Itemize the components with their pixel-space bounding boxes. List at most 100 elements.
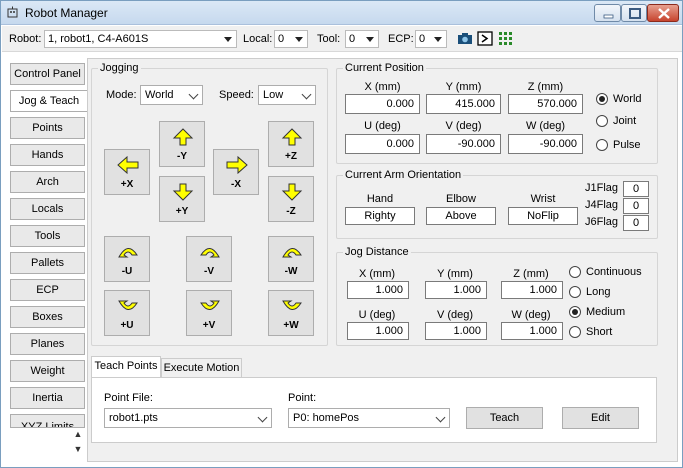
radio-short[interactable] <box>569 326 581 338</box>
pos-x-label: X (mm) <box>364 81 401 93</box>
jog-u-minus-label: -U <box>121 266 133 277</box>
tool-select[interactable]: 0 <box>345 30 379 48</box>
point-select[interactable]: P0: homePos <box>288 408 450 428</box>
dist-v-input[interactable]: 1.000 <box>425 322 487 340</box>
point-file-label: Point File: <box>104 392 153 404</box>
radio-pulse[interactable] <box>596 139 608 151</box>
pos-x-value: 0.000 <box>345 94 420 114</box>
nav-inertia[interactable]: Inertia <box>10 387 85 409</box>
nav-locals[interactable]: Locals <box>10 198 85 220</box>
dist-u-input[interactable]: 1.000 <box>347 322 409 340</box>
maximize-button[interactable] <box>621 4 647 22</box>
nav-hands[interactable]: Hands <box>10 144 85 166</box>
robot-select[interactable]: 1, robot1, C4-A601S <box>44 30 237 48</box>
nav-planes[interactable]: Planes <box>10 333 85 355</box>
title-bar: Robot Manager <box>1 1 682 25</box>
radio-continuous[interactable] <box>569 266 581 278</box>
local-select-value: 0 <box>278 33 285 45</box>
robot-select-value: 1, robot1, C4-A601S <box>48 33 149 45</box>
camera-icon[interactable] <box>457 31 473 46</box>
jog-v-minus-button[interactable]: -V <box>186 236 232 282</box>
jogging-title: Jogging <box>98 62 141 74</box>
nav-arch[interactable]: Arch <box>10 171 85 193</box>
jog-v-minus-label: -V <box>204 266 214 277</box>
local-select[interactable]: 0 <box>274 30 308 48</box>
nav-points[interactable]: Points <box>10 117 85 139</box>
jog-y-minus-button[interactable]: -Y <box>159 121 205 167</box>
jog-y-plus-button[interactable]: +Y <box>159 176 205 222</box>
point-value: P0: homePos <box>293 412 360 424</box>
pos-z-value: 570.000 <box>508 94 583 114</box>
jog-x-minus-label: -X <box>231 179 241 190</box>
nav-weight[interactable]: Weight <box>10 360 85 382</box>
jog-z-minus-button[interactable]: -Z <box>268 176 314 222</box>
rotate-ccw-icon <box>282 248 302 258</box>
dist-z-input[interactable]: 1.000 <box>501 281 563 299</box>
jog-distance-group: Jog Distance X (mm) Y (mm) Z (mm) 1.000 … <box>336 246 658 346</box>
elbow-label: Elbow <box>446 193 476 205</box>
nav-jog-teach[interactable]: Jog & Teach <box>10 90 87 112</box>
tab-teach-points[interactable]: Teach Points <box>91 356 161 378</box>
command-window-icon[interactable] <box>477 31 493 46</box>
dist-y-input[interactable]: 1.000 <box>425 281 487 299</box>
nav-ecp[interactable]: ECP <box>10 279 85 301</box>
jog-u-minus-button[interactable]: -U <box>104 236 150 282</box>
tool-label: Tool: <box>317 33 341 45</box>
jog-x-minus-button[interactable]: -X <box>213 149 259 195</box>
jog-v-plus-button[interactable]: +V <box>186 290 232 336</box>
dist-z-label: Z (mm) <box>513 268 549 280</box>
radio-long-label: Long <box>586 286 611 298</box>
ecp-label: ECP: <box>388 33 414 45</box>
close-button[interactable] <box>647 4 679 22</box>
ecp-select[interactable]: 0 <box>415 30 447 48</box>
point-file-select[interactable]: robot1.pts <box>104 408 272 428</box>
j6flag-label: J6Flag <box>585 216 619 228</box>
pos-z-label: Z (mm) <box>527 81 564 93</box>
dist-x-input[interactable]: 1.000 <box>347 281 409 299</box>
minimize-button[interactable] <box>594 4 621 22</box>
nav-tools[interactable]: Tools <box>10 225 85 247</box>
radio-world[interactable] <box>596 93 608 105</box>
current-position-group: Current Position X (mm) Y (mm) Z (mm) 0.… <box>336 62 658 164</box>
dist-w-label: W (deg) <box>511 309 551 321</box>
rotate-cw-icon <box>118 300 138 310</box>
current-position-title: Current Position <box>343 62 426 74</box>
nav-control-panel[interactable]: Control Panel <box>10 63 85 85</box>
pos-v-value: -90.000 <box>426 134 501 154</box>
radio-long[interactable] <box>569 286 581 298</box>
mode-select[interactable]: World <box>140 85 203 105</box>
speed-select[interactable]: Low <box>258 85 316 105</box>
arrow-right-icon <box>226 156 248 174</box>
jog-w-plus-button[interactable]: +W <box>268 290 314 336</box>
nav-pallets[interactable]: Pallets <box>10 252 85 274</box>
j1flag-value: 0 <box>623 181 649 197</box>
jog-y-minus-label: -Y <box>177 151 187 162</box>
chevron-down-icon <box>188 89 199 100</box>
dropdown-arrow-icon <box>366 37 374 42</box>
radio-pulse-label: Pulse <box>613 139 641 151</box>
io-monitor-icon[interactable] <box>498 31 514 46</box>
radio-joint[interactable] <box>596 115 608 127</box>
radio-continuous-label: Continuous <box>586 266 642 278</box>
nav-xyz-limits[interactable]: XYZ Limits <box>10 414 85 428</box>
dist-v-label: V (deg) <box>436 309 474 321</box>
edit-button[interactable]: Edit <box>562 407 639 429</box>
mode-value: World <box>145 89 174 101</box>
teach-points-tab-panel: Point File: robot1.pts Point: P0: homePo… <box>91 377 657 443</box>
j4flag-value: 0 <box>623 198 649 214</box>
scroll-up-icon[interactable]: ▲ <box>72 428 84 440</box>
jog-w-minus-button[interactable]: -W <box>268 236 314 282</box>
jog-z-plus-button[interactable]: +Z <box>268 121 314 167</box>
dist-w-input[interactable]: 1.000 <box>501 322 563 340</box>
chevron-down-icon <box>435 412 446 423</box>
jog-x-plus-button[interactable]: +X <box>104 149 150 195</box>
jog-u-plus-button[interactable]: +U <box>104 290 150 336</box>
jogging-group: Jogging Mode: World Speed: Low -Y +Z +X … <box>91 62 328 346</box>
nav-boxes[interactable]: Boxes <box>10 306 85 328</box>
jog-distance-title: Jog Distance <box>343 246 411 258</box>
teach-button[interactable]: Teach <box>466 407 543 429</box>
radio-medium-label: Medium <box>586 306 626 318</box>
scroll-down-icon[interactable]: ▼ <box>72 443 84 455</box>
radio-medium[interactable] <box>569 306 581 318</box>
tab-execute-motion[interactable]: Execute Motion <box>161 358 242 378</box>
